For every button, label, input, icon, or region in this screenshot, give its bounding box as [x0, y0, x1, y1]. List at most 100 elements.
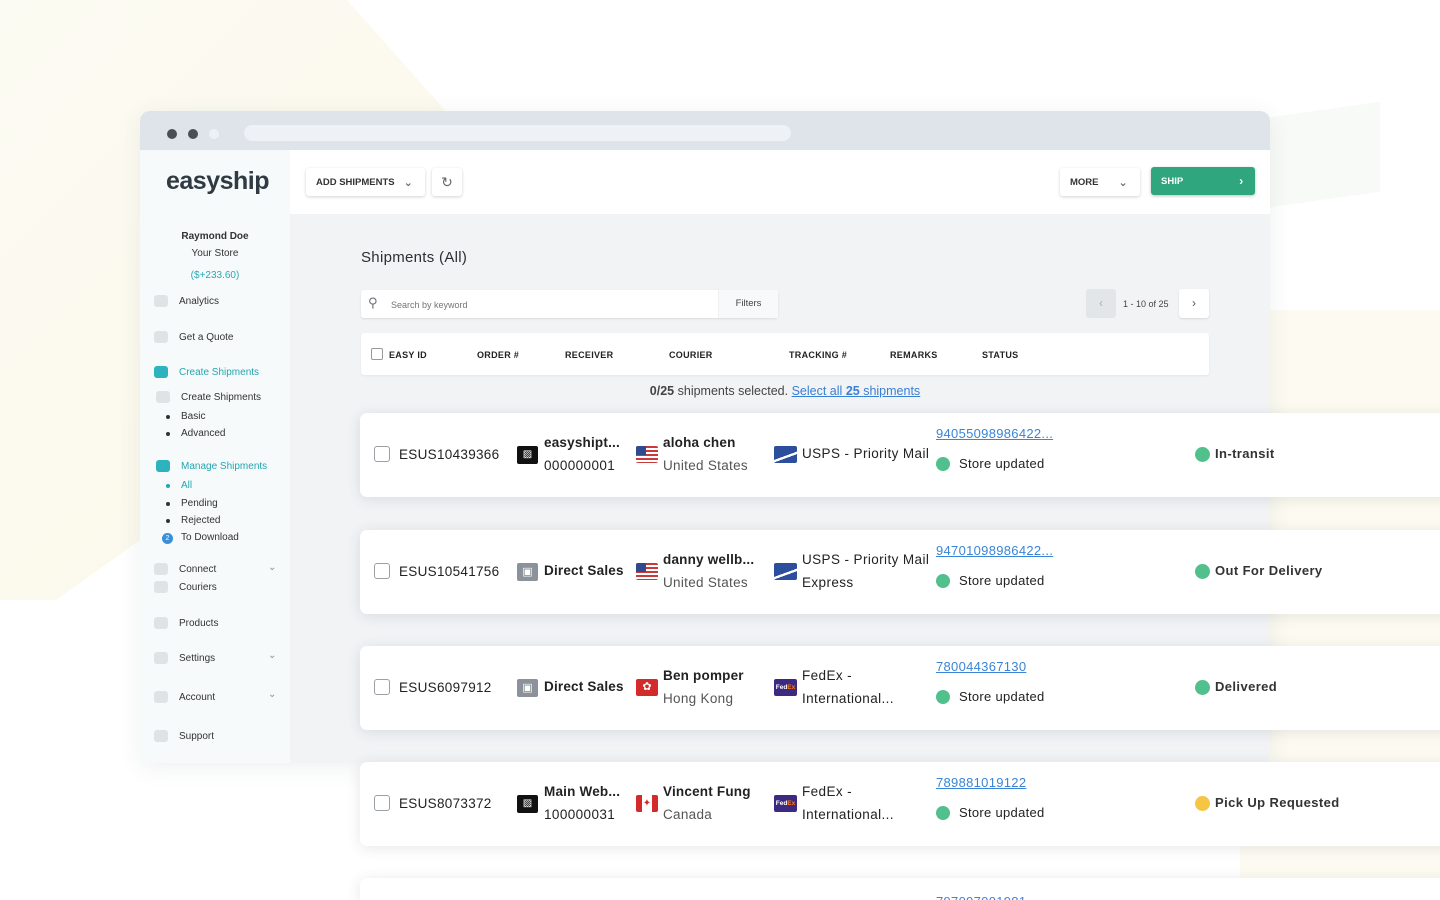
column-header-status[interactable]: STATUS: [982, 350, 1018, 360]
window-maximize-dot[interactable]: [209, 129, 219, 139]
store-icon: ▣: [517, 679, 538, 697]
bullet: [166, 519, 170, 523]
courier-service: International...: [802, 807, 894, 822]
order-store: easyshipt...: [544, 435, 620, 450]
column-header-tracking[interactable]: TRACKING #: [789, 350, 847, 360]
select-all-link[interactable]: Select all 25 shipments: [792, 384, 921, 398]
add-shipments-button[interactable]: ADD SHIPMENTS ⌄: [306, 168, 425, 196]
status-dot: [1195, 796, 1210, 811]
shipment-row[interactable]: ESUS6097912 ▣ Direct Sales ✿ Ben pomper …: [360, 646, 1440, 730]
sidebar-item-connect[interactable]: Connect: [154, 563, 216, 575]
chevron-right-icon: ›: [1239, 174, 1244, 188]
sidebar-item-rejected[interactable]: Rejected: [181, 515, 220, 526]
status-label: Pick Up Requested: [1215, 795, 1340, 810]
column-header-receiver[interactable]: RECEIVER: [565, 350, 613, 360]
receiver-country: United States: [663, 458, 748, 473]
sidebar-item-pending[interactable]: Pending: [181, 498, 218, 509]
next-page-button[interactable]: ›: [1179, 289, 1209, 318]
tracking-link[interactable]: 780044367130: [936, 659, 1060, 674]
select-all-checkbox[interactable]: [371, 348, 383, 360]
chevron-left-icon: ‹: [1099, 296, 1103, 310]
chevron-down-icon[interactable]: ⌄: [268, 650, 276, 661]
shipment-row[interactable]: 797097001981: [360, 878, 1440, 900]
sidebar-item-all[interactable]: All: [181, 480, 192, 491]
shipment-row[interactable]: ESUS8073372 ▨ Main Web... 100000031 ✦ Vi…: [360, 762, 1440, 846]
sidebar-item-products[interactable]: Products: [154, 617, 218, 629]
column-header-remarks[interactable]: REMARKS: [890, 350, 938, 360]
app-logo[interactable]: easyship: [166, 167, 270, 196]
sidebar-item-analytics[interactable]: Analytics: [154, 295, 219, 307]
table-header: EASY ID ORDER # RECEIVER COURIER TRACKIN…: [361, 333, 1209, 375]
previous-page-button[interactable]: ‹: [1086, 289, 1116, 318]
products-icon: [154, 617, 168, 629]
more-button[interactable]: MORE ⌄: [1060, 168, 1140, 196]
tracking-link[interactable]: 94701098986422...: [936, 543, 1060, 558]
sidebar-item-label: Manage Shipments: [181, 460, 268, 472]
window-minimize-dot[interactable]: [188, 129, 198, 139]
shipment-row[interactable]: ESUS10541756 ▣ Direct Sales danny wellb.…: [360, 530, 1440, 614]
order-store: Direct Sales: [544, 679, 624, 694]
remark-status-dot: [936, 574, 950, 588]
sidebar-item-get-a-quote[interactable]: Get a Quote: [154, 331, 233, 343]
sidebar-item-create-shipments[interactable]: Create Shipments: [154, 366, 259, 378]
us-flag-icon: [636, 446, 658, 463]
row-checkbox[interactable]: [374, 446, 390, 462]
user-icon: [154, 691, 168, 703]
receiver-name: danny wellb...: [663, 552, 755, 567]
account-balance[interactable]: ($+233.60): [140, 270, 290, 281]
remark-text: Store updated: [959, 805, 1045, 820]
column-header-easy-id[interactable]: EASY ID: [389, 350, 427, 360]
order-number: 100000031: [544, 807, 616, 822]
easy-id: ESUS8073372: [399, 796, 492, 811]
sidebar-item-couriers[interactable]: Couriers: [154, 581, 217, 593]
sidebar-item-support[interactable]: Support: [154, 730, 214, 742]
page-title: Shipments (All): [361, 249, 468, 266]
sidebar-item-label: Products: [179, 617, 219, 629]
sidebar-item-label: Account: [179, 691, 216, 703]
squarespace-icon: ▨: [517, 446, 538, 464]
ship-button[interactable]: SHIP ›: [1151, 167, 1255, 195]
status-dot: [1195, 564, 1210, 579]
sidebar: easyship Raymond Doe Your Store ($+233.6…: [140, 150, 290, 763]
column-header-courier[interactable]: COURIER: [669, 350, 713, 360]
sidebar-item-label: Settings: [179, 652, 216, 664]
row-checkbox[interactable]: [374, 795, 390, 811]
courier-name: USPS - Priority Mail: [802, 552, 930, 567]
search-icon: ⚲: [368, 295, 378, 310]
filters-button[interactable]: Filters: [718, 290, 778, 318]
receiver-country: United States: [663, 575, 748, 590]
usps-icon: [774, 563, 797, 580]
order-store: Main Web...: [544, 784, 621, 799]
box-icon: [154, 366, 168, 378]
sidebar-item-manage-shipments[interactable]: Manage Shipments: [156, 460, 267, 472]
receiver-name: aloha chen: [663, 435, 736, 450]
receiver-country: Hong Kong: [663, 691, 734, 706]
sidebar-item-advanced[interactable]: Advanced: [181, 428, 225, 439]
bullet: [166, 502, 170, 506]
chevron-down-icon[interactable]: ⌄: [268, 562, 276, 573]
column-header-order[interactable]: ORDER #: [477, 350, 519, 360]
sidebar-item-basic[interactable]: Basic: [181, 411, 205, 422]
ship-label: SHIP: [1161, 175, 1184, 187]
search-input[interactable]: [391, 297, 711, 313]
sidebar-item-settings[interactable]: Settings: [154, 652, 215, 664]
tracking-link[interactable]: 789881019122: [936, 775, 1060, 790]
refresh-button[interactable]: ↻: [432, 168, 462, 196]
row-checkbox[interactable]: [374, 679, 390, 695]
chevron-down-icon[interactable]: ⌄: [268, 689, 276, 700]
status-label: Delivered: [1215, 679, 1278, 694]
sidebar-item-to-download[interactable]: To Download: [181, 532, 239, 543]
add-shipments-label: ADD SHIPMENTS: [316, 176, 395, 188]
row-checkbox[interactable]: [374, 563, 390, 579]
tracking-link[interactable]: 797097001981: [936, 894, 1026, 900]
sidebar-item-account[interactable]: Account: [154, 691, 215, 703]
selection-count: 0/25: [649, 384, 675, 398]
shipment-row[interactable]: ESUS10439366 ▨ easyshipt... 000000001 al…: [360, 413, 1440, 497]
remark-status-dot: [936, 806, 950, 820]
more-label: MORE: [1070, 176, 1099, 188]
to-download-badge: 2: [162, 533, 173, 544]
window-close-dot[interactable]: [167, 129, 177, 139]
address-bar[interactable]: [244, 125, 791, 141]
easy-id: ESUS10541756: [399, 564, 500, 579]
tracking-link[interactable]: 94055098986422...: [936, 426, 1060, 441]
